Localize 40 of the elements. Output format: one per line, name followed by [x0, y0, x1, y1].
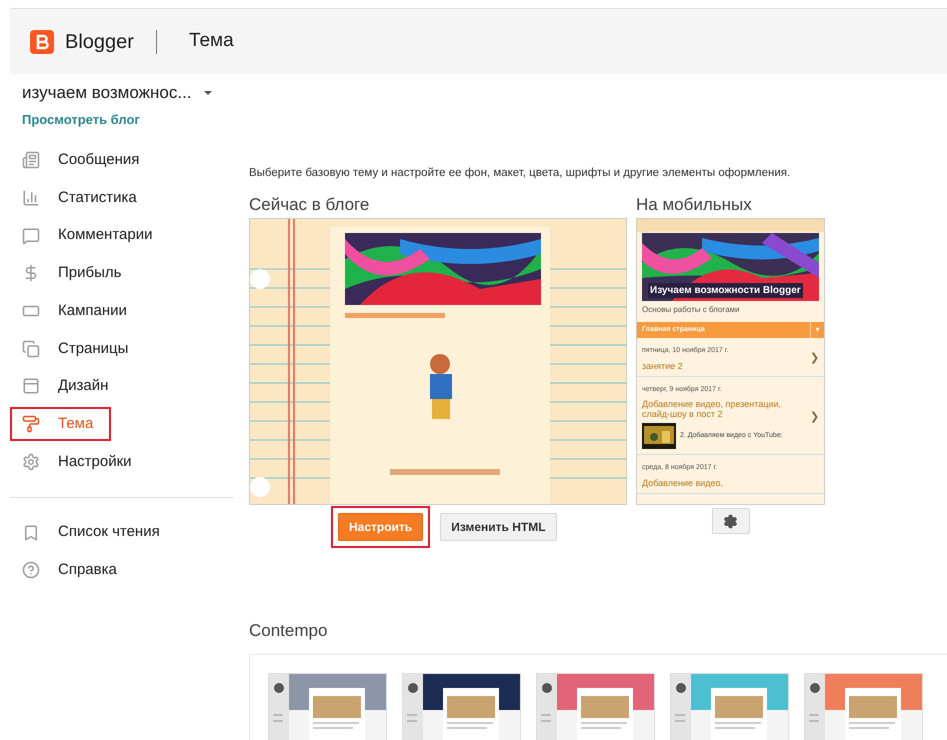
- app-name: Blogger: [65, 30, 134, 54]
- bookmark-icon: [22, 524, 40, 542]
- edit-html-button[interactable]: Изменить HTML: [440, 513, 557, 542]
- caret-icon: [204, 91, 212, 95]
- settings-icon: [22, 452, 40, 471]
- sidebar-item[interactable]: Список чтения: [10, 516, 176, 550]
- sidebar-item[interactable]: Прибыль: [10, 256, 140, 290]
- description-text: Выберите базовую тему и настройте ее фон, макет, цвета, шрифты и другие элементы оформления.: [249, 166, 792, 181]
- view-blog-link[interactable]: Просмотреть блог: [22, 110, 140, 130]
- sidebar-item[interactable]: Дизайн: [10, 369, 126, 404]
- logo-icon: [30, 30, 54, 54]
- chevron-icon: ❯: [810, 350, 819, 367]
- posts-icon: [22, 151, 40, 170]
- post-title: занятие 2: [642, 360, 684, 371]
- section-heading: Contempo: [249, 620, 328, 642]
- sidebar-item[interactable]: Настройки: [10, 444, 150, 479]
- dropdown-caret: ▾: [810, 322, 824, 338]
- help-icon: [22, 561, 40, 580]
- sidebar-item[interactable]: Комментарии: [10, 218, 170, 253]
- sidebar-item[interactable]: Кампании: [10, 294, 145, 328]
- pages-icon: [22, 340, 40, 358]
- chevron-icon: ❯: [810, 408, 819, 426]
- page-title: Тема: [188, 29, 234, 54]
- sidebar-item[interactable]: Сообщения: [10, 143, 158, 178]
- settings-button[interactable]: [712, 508, 750, 534]
- section-heading: Сейчас в блоге: [249, 194, 370, 216]
- layout-icon: [22, 377, 40, 396]
- settings-icon: [723, 514, 738, 529]
- blog-subtitle: Основы работы с блогами: [642, 304, 741, 316]
- sidebar-item[interactable]: Справка: [10, 553, 133, 588]
- blog-selector[interactable]: изучаем возможнос...: [10, 80, 212, 106]
- comment-icon: [22, 226, 40, 245]
- post-title: Добавление видео, презентации, слайд-шоу в пост 2: [642, 399, 782, 420]
- chart-icon: [22, 189, 40, 208]
- blog-title: Изучаем возможности Blogger: [648, 283, 803, 298]
- sidebar-item[interactable]: Страницы: [10, 332, 146, 366]
- post-title: Добавление видео,: [642, 478, 724, 488]
- paint-roller-icon: [22, 415, 40, 434]
- sidebar-item[interactable]: Статистика: [10, 181, 155, 216]
- section-heading: На мобильных: [636, 194, 753, 216]
